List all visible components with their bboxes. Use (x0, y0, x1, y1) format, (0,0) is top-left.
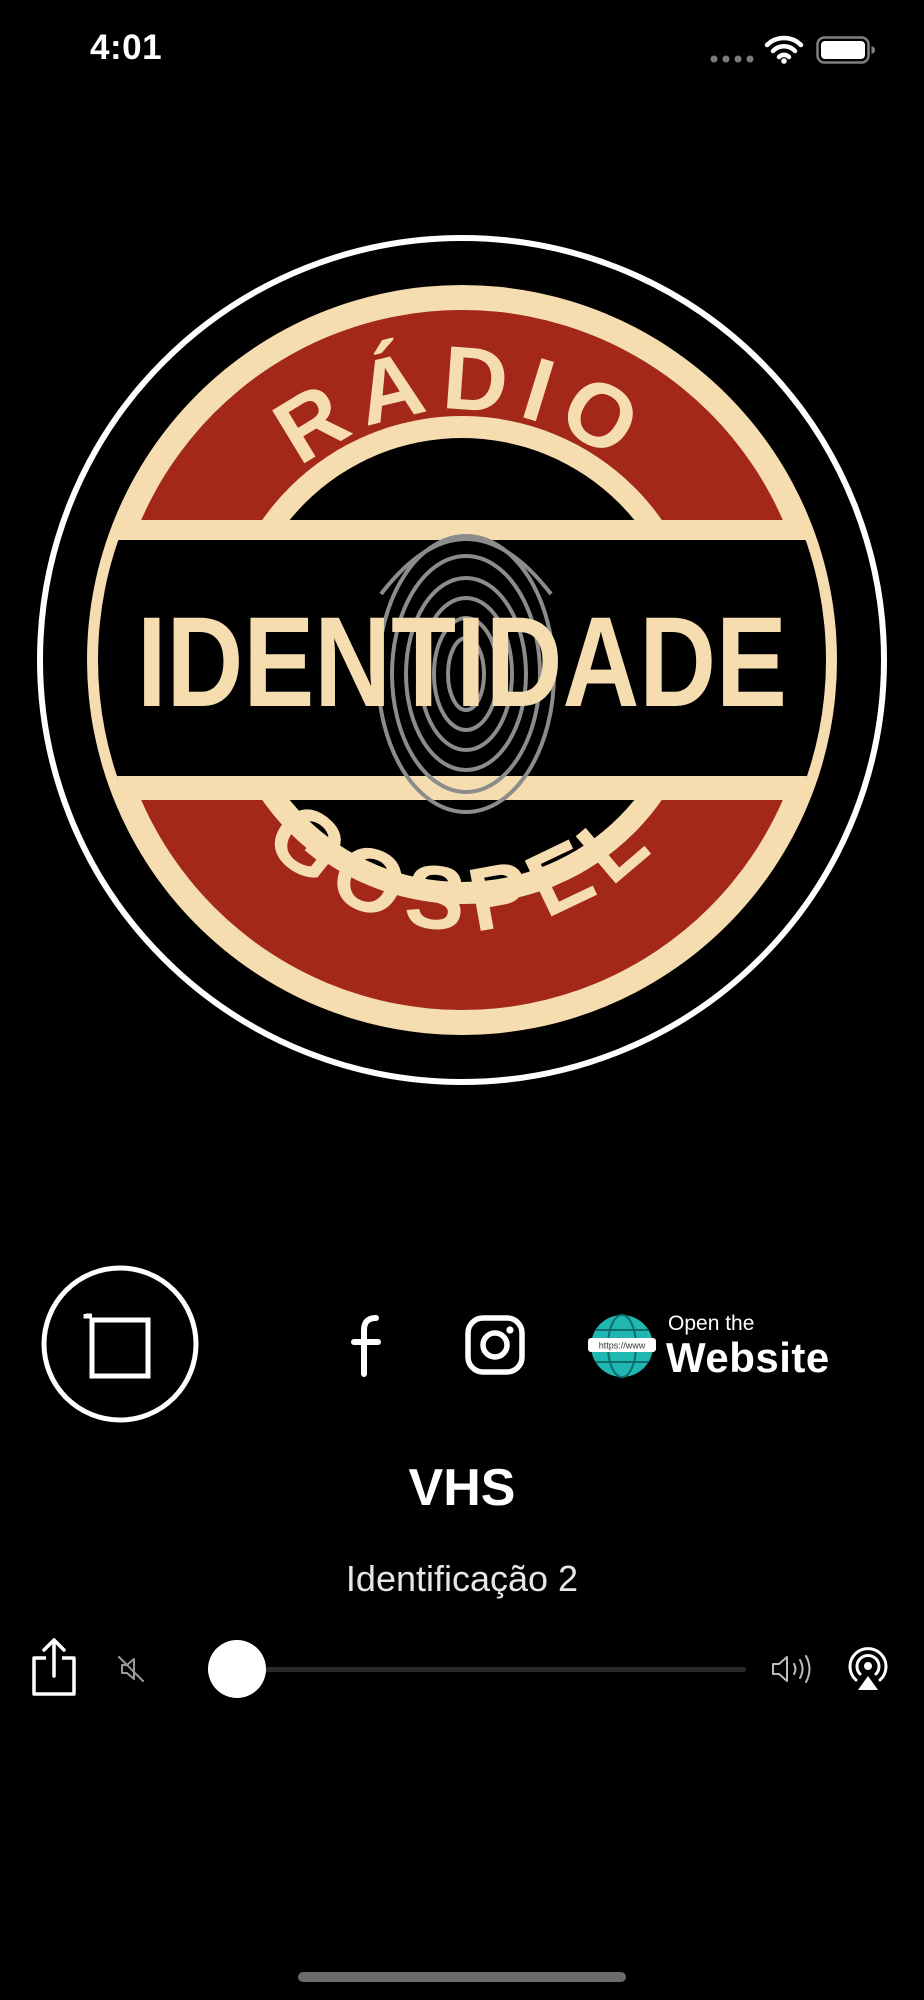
volume-slider[interactable] (180, 1640, 746, 1698)
globe-icon: https://www (588, 1314, 656, 1378)
logo-main-text: IDENTIDADE (137, 591, 787, 734)
track-title: VHS (408, 1459, 516, 1517)
radio-logo: RÁDIO IDENTIDADE GOSPEL (37, 235, 887, 1085)
stop-button[interactable] (40, 1264, 200, 1424)
website-large-label: Website (666, 1334, 830, 1381)
home-indicator (298, 1972, 626, 1982)
battery-icon (816, 36, 875, 64)
airplay-icon[interactable] (844, 1644, 892, 1692)
status-time: 4:01 (90, 28, 163, 67)
instagram-icon[interactable] (464, 1314, 526, 1376)
open-website-button[interactable]: https://www Open the Website (588, 1304, 848, 1390)
speaker-loud-icon[interactable] (770, 1652, 818, 1686)
stop-square-icon (83, 1313, 151, 1379)
share-icon[interactable] (28, 1636, 80, 1698)
signal-dots-icon (710, 55, 754, 63)
volume-track (210, 1667, 746, 1672)
track-subtitle: Identificação 2 (345, 1558, 579, 1599)
volume-thumb[interactable] (207, 1640, 266, 1698)
svg-text:https://www: https://www (599, 1341, 646, 1351)
speaker-mute-icon[interactable] (116, 1654, 146, 1684)
facebook-icon[interactable] (338, 1312, 398, 1378)
status-bar: 4:01 (0, 0, 924, 100)
website-small-label: Open the (668, 1312, 755, 1335)
wifi-icon (764, 35, 804, 64)
